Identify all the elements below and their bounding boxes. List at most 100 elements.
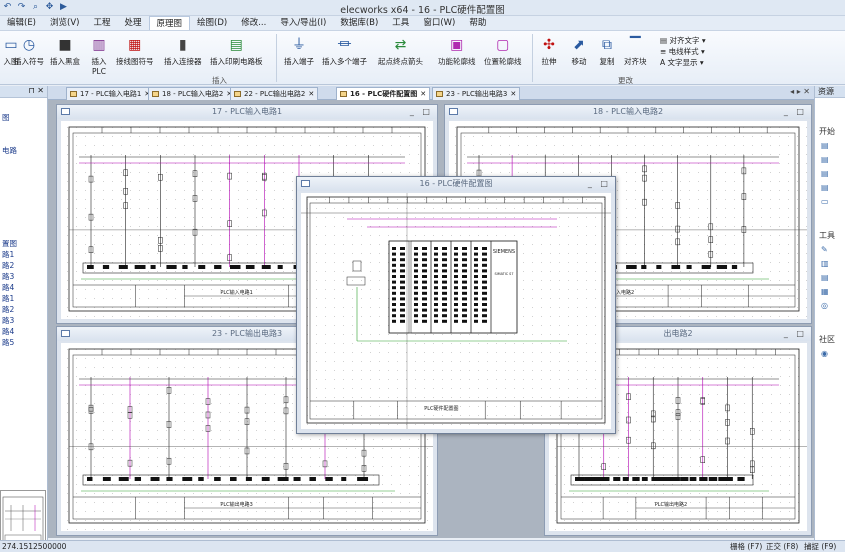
- menu-item[interactable]: 帮助: [462, 16, 493, 30]
- menu-item[interactable]: 编辑(E): [0, 16, 43, 30]
- drawing-icon: [70, 91, 77, 97]
- mdi-area: 17 - PLC输入电路1 _ □ PLC输入电路1 18 - PLC输入电路2 _ □…: [48, 100, 814, 538]
- grid-toggle[interactable]: 栅格 (F7): [730, 541, 762, 552]
- copy-icon: ⧉: [602, 37, 612, 53]
- tree-item[interactable]: 路2: [2, 304, 14, 315]
- plc-icon: ▥: [92, 37, 106, 53]
- ortho-toggle[interactable]: 正交 (F8): [766, 541, 798, 552]
- drawing-icon: [61, 330, 70, 337]
- window-controls[interactable]: _ □: [410, 105, 433, 119]
- document-tab[interactable]: 22 - PLC输出电路2 ✕: [230, 87, 319, 100]
- ribbon-group-insert-label: 插入: [212, 76, 227, 85]
- doc-icon[interactable]: ▤: [821, 156, 830, 164]
- document-tabs: ◂ ▸ ✕ 17 - PLC输入电路1✕18 - PLC输入电路2✕22 - P…: [48, 86, 814, 100]
- window-controls[interactable]: _ □: [784, 105, 807, 119]
- menu-item[interactable]: 窗口(W): [416, 16, 462, 30]
- community-icon[interactable]: ◉: [821, 350, 830, 358]
- pin-icon[interactable]: ⊓ ✕: [29, 86, 45, 95]
- menu-item[interactable]: 工具: [385, 16, 416, 30]
- drawing-icon: [340, 91, 347, 97]
- drawing-window[interactable]: 16 - PLC硬件配置图 _ □ SIEMENS SIMATIC S7 PLC硬件配置…: [296, 176, 616, 434]
- document-tab[interactable]: 17 - PLC输入电路1✕: [66, 87, 155, 100]
- ribbon: ▭ 入图 ◷ 插入符号 ■ 插入黑盒 ▥ 插入 PLC ▦ 接线图符号 ▮ 插入连接器 ▤ 插入…: [0, 31, 845, 85]
- left-panel: ⊓ ✕ 图电路 置图 路1 路2 路3 路4 路1 路2 路3 路4 路5: [0, 86, 48, 550]
- insert-symbol-button[interactable]: ◷ 插入符号: [14, 36, 44, 67]
- menu-item[interactable]: 导入/导出(I): [273, 16, 333, 30]
- drawing-canvas[interactable]: SIEMENS SIMATIC S7 PLC硬件配置图: [301, 193, 611, 429]
- tree-item[interactable]: 图: [2, 112, 10, 123]
- arrow-button[interactable]: ⇄ 起点终点箭头: [378, 36, 423, 67]
- tree-item[interactable]: 电路: [2, 145, 17, 156]
- window-controls[interactable]: _ □: [784, 327, 807, 341]
- insert-multi-terminal-button[interactable]: ⏛ 插入多个端子: [322, 36, 367, 67]
- menu-item[interactable]: 原理图: [148, 16, 191, 30]
- function-outline-icon: ▣: [450, 37, 464, 53]
- window-title-bar[interactable]: 18 - PLC输入电路2 _ □: [445, 105, 811, 119]
- tool-icon[interactable]: ▦: [821, 288, 830, 296]
- tree-item[interactable]: 路5: [2, 337, 14, 348]
- insert-connector-button[interactable]: ▮ 插入连接器: [164, 36, 202, 67]
- insert-terminal-button[interactable]: ⏚ 插入端子: [284, 36, 314, 67]
- window-title-bar[interactable]: 16 - PLC硬件配置图 _ □: [297, 177, 615, 191]
- wiring-symbol-button[interactable]: ▦ 接线图符号: [116, 36, 154, 67]
- document-tab[interactable]: 23 - PLC输出电路3 ✕: [432, 87, 521, 100]
- app-title: elecworks x64 - 16 - PLC硬件配置图: [340, 5, 505, 16]
- align-block-button[interactable]: ▔ 对齐块: [624, 36, 647, 67]
- tree-item[interactable]: 置图: [2, 238, 17, 249]
- close-icon[interactable]: ✕: [510, 90, 516, 98]
- tool-icon[interactable]: ◎: [821, 302, 830, 310]
- menu-item[interactable]: 修改...: [234, 16, 273, 30]
- insert-black-box-button[interactable]: ■ 插入黑盒: [50, 36, 80, 67]
- tree-item[interactable]: 路4: [2, 282, 14, 293]
- align-text-button[interactable]: ▤ 对齐文字 ▾: [660, 35, 706, 46]
- tree-item[interactable]: 路4: [2, 326, 14, 337]
- drawing-icon: [449, 108, 458, 115]
- tabs-scroll-controls[interactable]: ◂ ▸ ✕: [790, 87, 810, 96]
- move-button[interactable]: ⬈ 移动: [570, 36, 588, 67]
- doc-icon[interactable]: ▤: [821, 142, 830, 150]
- document-tab[interactable]: 16 - PLC硬件配置图 ✕: [336, 87, 431, 100]
- tree-item[interactable]: 路1: [2, 249, 14, 260]
- menu-item[interactable]: 浏览(V): [43, 16, 86, 30]
- document-tab[interactable]: 18 - PLC输入电路2✕: [148, 87, 237, 100]
- folder-icon[interactable]: ▭: [821, 198, 830, 206]
- title-block-label: PLC输出电路3: [220, 501, 252, 508]
- tree-item[interactable]: 路3: [2, 271, 14, 282]
- status-bar: 274.1512500000 栅格 (F7) 正交 (F8) 捕捉 (F9): [0, 540, 845, 552]
- tree-item[interactable]: 路2: [2, 260, 14, 271]
- title-block-label: PLC硬件配置图: [424, 405, 458, 412]
- menu-item[interactable]: 绘图(D): [190, 16, 234, 30]
- tool-icon[interactable]: ▥: [821, 260, 830, 268]
- black-box-icon: ■: [58, 37, 72, 53]
- text-display-button[interactable]: A 文字显示 ▾: [660, 57, 706, 68]
- tree-item[interactable]: 路1: [2, 293, 14, 304]
- arrow-icon: ⇄: [394, 37, 407, 53]
- menu-item[interactable]: 处理: [117, 16, 148, 30]
- close-icon[interactable]: ✕: [420, 90, 426, 98]
- function-outline-button[interactable]: ▣ 功能轮廓线: [438, 36, 476, 67]
- doc-icon[interactable]: ▤: [821, 170, 830, 178]
- tool-icon[interactable]: ▤: [821, 274, 830, 282]
- move-icon: ⬈: [573, 37, 585, 53]
- menu-item[interactable]: 工程: [86, 16, 117, 30]
- drawing-icon: [61, 108, 70, 115]
- location-outline-button[interactable]: ▢ 位置轮廓线: [484, 36, 522, 67]
- stretch-button[interactable]: ✣ 拉伸: [540, 36, 558, 67]
- tree-item[interactable]: 路3: [2, 315, 14, 326]
- doc-icon[interactable]: ▤: [821, 184, 830, 192]
- copy-button[interactable]: ⧉ 复制: [598, 36, 616, 67]
- menu-item[interactable]: 数据库(B): [333, 16, 385, 30]
- insert-pcb-button[interactable]: ▤ 插入印刷电路板: [210, 36, 263, 67]
- snap-toggle[interactable]: 捕捉 (F9): [804, 541, 836, 552]
- insert-plc-button[interactable]: ▥ 插入 PLC: [90, 36, 108, 76]
- wire-style-button[interactable]: ≡ 电线样式 ▾: [660, 46, 706, 57]
- stretch-icon: ✣: [543, 37, 555, 53]
- window-controls[interactable]: _ □: [588, 177, 611, 191]
- window-title-bar[interactable]: 17 - PLC输入电路1 _ □: [57, 105, 437, 119]
- wiring-symbol-icon: ▦: [128, 37, 142, 53]
- close-icon[interactable]: ✕: [308, 90, 314, 98]
- title-bar: ↶ ↷ ⌕ ✥ ▶ elecworks x64 - 16 - PLC硬件配置图: [0, 0, 845, 16]
- right-panel-header: 资源: [815, 86, 845, 98]
- left-panel-header: ⊓ ✕: [0, 86, 47, 98]
- tool-icon[interactable]: ✎: [821, 246, 830, 254]
